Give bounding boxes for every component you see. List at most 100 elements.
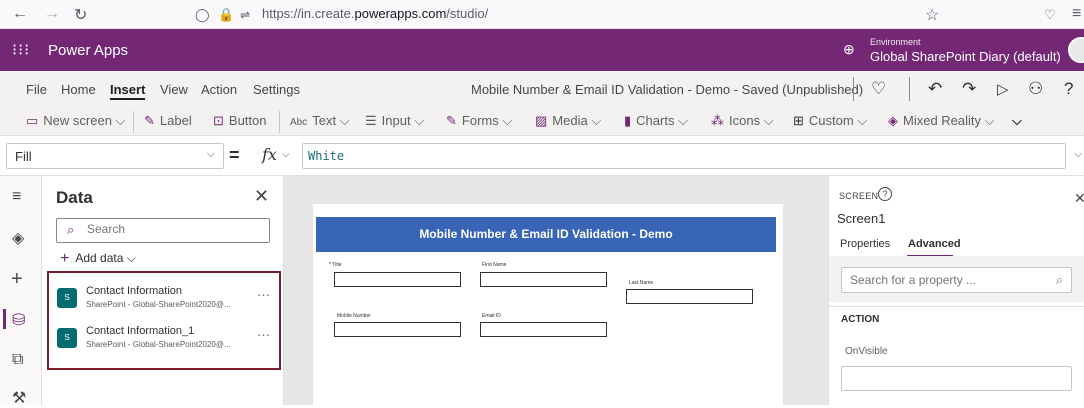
insert-plus-icon[interactable]: + <box>11 268 23 291</box>
property-search-input[interactable] <box>850 273 1040 287</box>
tab-advanced[interactable]: Advanced <box>908 238 961 250</box>
lock-icon[interactable]: 🔒 <box>218 7 234 23</box>
list-item[interactable]: S Contact Information_1 SharePoint - Glo… <box>49 319 279 359</box>
tools-icon[interactable]: ⚒ <box>12 388 26 408</box>
app-name[interactable]: Power Apps <box>48 42 128 59</box>
properties-panel: SCREEN ? ✕ Screen1 Properties Advanced ⌕… <box>828 176 1084 405</box>
menu-home[interactable]: Home <box>61 82 96 97</box>
data-source-name: Contact Information <box>86 285 182 297</box>
app-screen[interactable]: Mobile Number & Email ID Validation - De… <box>313 204 783 405</box>
address-bar[interactable]: https://in.create.powerapps.com/studio/ <box>262 6 488 21</box>
search-icon: ⌕ <box>1055 272 1063 287</box>
custom-icon: ⊞ <box>793 113 804 128</box>
fx-icon[interactable]: fx <box>262 145 277 164</box>
permissions-icon[interactable]: ⇌ <box>240 8 250 22</box>
close-icon[interactable]: ✕ <box>1074 190 1084 207</box>
forms-dropdown-label: Forms <box>461 113 499 128</box>
help-icon[interactable]: ? <box>878 187 892 201</box>
shield-icon[interactable]: ◯ <box>195 7 210 23</box>
title-field[interactable] <box>334 272 461 287</box>
email-id-field-label: Email ID <box>482 313 501 319</box>
more-options-icon[interactable]: ··· <box>257 287 270 302</box>
icons-dropdown-label: Icons <box>729 113 761 128</box>
input-icon: ☰ <box>365 113 377 128</box>
document-title: Mobile Number & Email ID Validation - De… <box>471 82 864 97</box>
app-checker-icon[interactable]: ♡ <box>871 79 886 99</box>
mobile-number-field[interactable] <box>334 322 461 337</box>
forms-dropdown[interactable]: ✎ Forms ⌵ <box>446 113 512 129</box>
data-search-input[interactable] <box>87 222 257 236</box>
app-header: ⁝⁝⁝ Power Apps ⊕ Environment Global Shar… <box>0 29 1084 71</box>
label-button[interactable]: ✎ Label <box>144 113 192 129</box>
formula-input[interactable]: White <box>302 143 1066 169</box>
tab-properties[interactable]: Properties <box>840 238 890 250</box>
input-dropdown[interactable]: ☰ Input ⌵ <box>365 113 424 129</box>
media-icon: ▨ <box>535 113 548 128</box>
database-icon[interactable]: ⛁ <box>12 310 25 330</box>
custom-dropdown[interactable]: ⊞ Custom ⌵ <box>793 113 867 129</box>
back-arrow-icon[interactable]: ← <box>12 5 28 23</box>
data-source-subtitle: SharePoint - Global-SharePoint2020@... <box>86 340 231 349</box>
media-dropdown[interactable]: ▨ Media ⌵ <box>535 113 601 129</box>
redo-icon[interactable]: ↷ <box>962 79 976 99</box>
data-search-box[interactable]: ⌕ <box>56 218 270 243</box>
icons-dropdown[interactable]: ⁂ Icons ⌵ <box>711 113 774 129</box>
charts-dropdown-label: Charts <box>636 113 675 128</box>
expand-formula-chevron-icon[interactable]: ⌵ <box>1074 148 1082 161</box>
property-search-box[interactable]: ⌕ <box>841 267 1072 293</box>
menu-insert[interactable]: Insert <box>110 82 146 100</box>
fx-chevron-down-icon[interactable]: ⌵ <box>282 149 290 160</box>
play-icon[interactable]: ▷ <box>997 80 1009 98</box>
insert-ribbon: ▭ New screen ⌵ ✎ Label ⊡ Button Abc Text ⌵ ☰… <box>0 107 1084 136</box>
close-icon[interactable]: ✕ <box>254 186 269 207</box>
undo-icon[interactable]: ↶ <box>928 79 942 99</box>
menu-view[interactable]: View <box>160 82 188 97</box>
formula-bar: Fill ⌵ = fx ⌵ White ⌵ <box>0 136 1084 176</box>
list-item[interactable]: S Contact Information SharePoint - Globa… <box>49 279 279 319</box>
section-heading: ACTION <box>841 314 880 325</box>
hamburger-icon[interactable]: ≡ <box>12 188 21 206</box>
property-label: OnVisible <box>845 346 888 357</box>
ribbon-expand-chevron-icon[interactable]: ⌵ <box>1012 113 1022 129</box>
more-options-icon[interactable]: ··· <box>257 327 270 342</box>
forward-arrow-icon[interactable]: → <box>44 5 60 23</box>
layers-icon[interactable]: ◈ <box>12 228 24 248</box>
menu-action[interactable]: Action <box>201 82 237 97</box>
share-user-icon[interactable]: ⚇ <box>1028 79 1043 99</box>
selection-kind: SCREEN <box>839 191 879 201</box>
menu-icon[interactable]: ≡ <box>1072 5 1081 23</box>
selection-name[interactable]: Screen1 <box>837 211 885 226</box>
property-dropdown[interactable]: Fill ⌵ <box>6 143 224 169</box>
app-launcher-icon[interactable]: ⁝⁝⁝ <box>12 40 30 60</box>
environment-icon[interactable]: ⊕ <box>843 41 855 58</box>
last-name-field[interactable] <box>626 289 753 304</box>
pocket-icon[interactable]: ♡ <box>1044 7 1056 23</box>
menu-settings[interactable]: Settings <box>253 82 300 97</box>
url-domain: powerapps.com <box>354 6 447 21</box>
sharepoint-icon: S <box>57 328 77 348</box>
menu-file[interactable]: File <box>26 82 47 97</box>
button-button[interactable]: ⊡ Button <box>213 113 267 129</box>
reload-icon[interactable]: ↻ <box>74 5 87 25</box>
onvisible-input[interactable] <box>841 366 1072 391</box>
media-dropdown-label: Media <box>552 113 588 128</box>
charts-dropdown[interactable]: ▮ Charts ⌵ <box>624 113 688 129</box>
bookmark-star-icon[interactable]: ☆ <box>925 5 939 25</box>
title-field-label: * Title <box>329 262 342 268</box>
browser-toolbar: ← → ↻ ◯ 🔒 ⇌ https://in.create.powerapps.… <box>0 0 1084 29</box>
chevron-down-icon: ⌵ <box>206 148 215 160</box>
add-data-button[interactable]: + Add data ⌵ <box>60 249 136 267</box>
email-id-field[interactable] <box>480 322 607 337</box>
help-icon[interactable]: ? <box>1064 79 1073 99</box>
first-name-field-label: First Name <box>482 262 507 268</box>
url-path: /studio/ <box>446 6 489 21</box>
avatar[interactable] <box>1068 37 1084 63</box>
new-screen-button[interactable]: ▭ New screen ⌵ <box>26 113 125 129</box>
first-name-field[interactable] <box>480 272 607 287</box>
input-dropdown-label: Input <box>381 113 411 128</box>
form-title-label[interactable]: Mobile Number & Email ID Validation - De… <box>316 217 776 252</box>
text-dropdown[interactable]: Abc Text ⌵ <box>290 113 350 129</box>
mixed-reality-dropdown[interactable]: ◈ Mixed Reality ⌵ <box>888 113 995 129</box>
environment-name[interactable]: Global SharePoint Diary (default) <box>870 49 1061 64</box>
media-rail-icon[interactable]: ⧉ <box>12 351 23 369</box>
